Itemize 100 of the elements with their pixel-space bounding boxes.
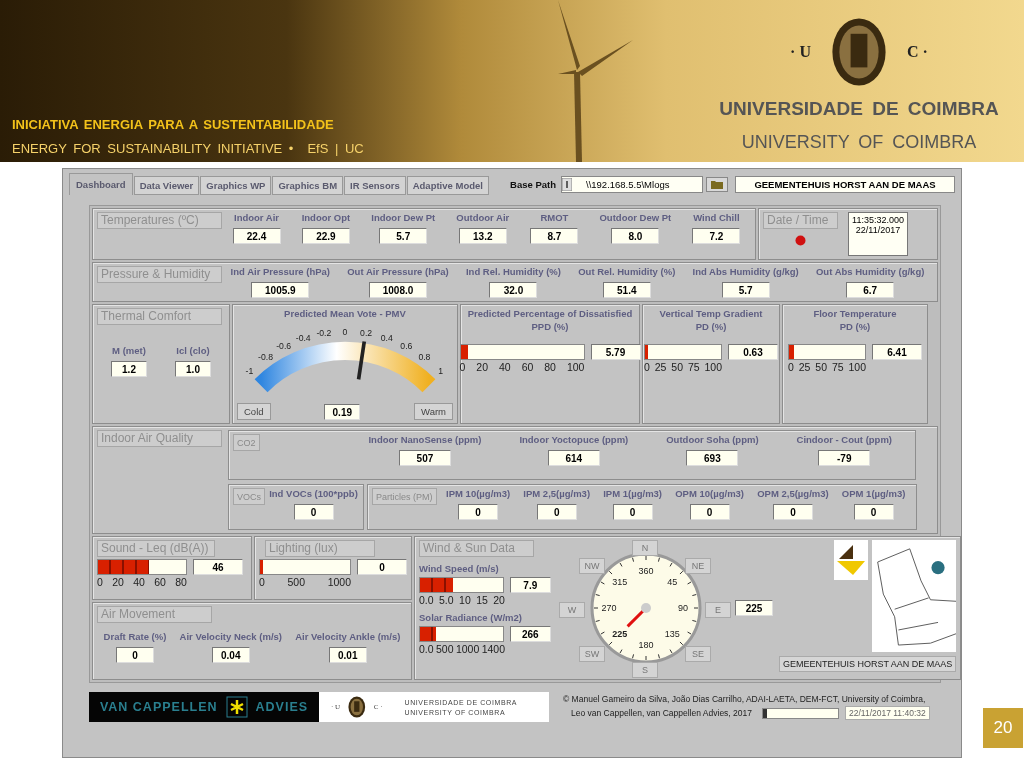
reading-label: Indoor Opt	[301, 212, 351, 223]
value-display: 693	[686, 450, 739, 466]
direction-button[interactable]: NW	[579, 558, 605, 574]
direction-button[interactable]: NE	[685, 558, 711, 574]
section-label: Wind & Sun Data	[419, 540, 534, 557]
scale-label: 0.0	[419, 643, 434, 655]
particles-button[interactable]: Particles (PM)	[372, 488, 437, 505]
reading-label: Ind Air Pressure (hPa)	[230, 266, 331, 277]
scale-label: 40	[133, 576, 145, 588]
reading-label: Ind VOCs (100*ppb)	[269, 488, 358, 499]
initiative-tag: EfS | UC	[307, 141, 364, 156]
direction-button[interactable]: W	[559, 602, 585, 618]
scale-label: 20	[493, 594, 505, 606]
reading-label: Out Air Pressure (hPa)	[347, 266, 449, 277]
value-display: 8.7	[530, 228, 579, 244]
location-label: GEMEENTEHUIS HORST AAN DE MAAS	[779, 656, 957, 672]
value-display: 0.04	[211, 647, 250, 663]
scale-label: 75	[831, 361, 844, 373]
scale-label: 100	[566, 361, 585, 373]
tab[interactable]: Data Viewer	[133, 176, 200, 195]
reading-label: Outdoor Dew Pt	[599, 212, 672, 223]
scale-label: -0.4	[295, 333, 311, 344]
browse-button[interactable]	[706, 176, 728, 192]
tab[interactable]: Graphics BM	[272, 176, 344, 195]
value-display: 507	[398, 450, 451, 466]
vocs-button[interactable]: VOCs	[233, 488, 265, 505]
reading-label: Icl (clo)	[176, 345, 210, 356]
cold-button[interactable]: Cold	[237, 403, 271, 420]
university-name: UNIVERSIDADE DE COIMBRA	[719, 98, 999, 120]
value-display: 1.0	[175, 361, 211, 377]
reading-label: M (met)	[112, 345, 146, 356]
tab[interactable]: Dashboard	[69, 173, 133, 195]
direction-button[interactable]: N	[632, 540, 658, 556]
value-display: 0.63	[728, 344, 778, 360]
base-path-label: Base Path	[510, 178, 556, 190]
meter-unit: PD (%)	[695, 321, 727, 332]
value-display: 51.4	[602, 282, 651, 298]
tab[interactable]: Graphics WP	[200, 176, 272, 195]
value-display: 5.79	[590, 344, 641, 360]
meter-unit: PD (%)	[839, 321, 871, 332]
reading-label: Indoor Dew Pt	[371, 212, 436, 223]
scale-label: 1000	[455, 643, 480, 655]
value-display: 6.7	[846, 282, 895, 298]
meter-title: Vertical Temp Gradient	[659, 308, 763, 319]
warm-button[interactable]: Warm	[414, 403, 453, 420]
reading-label: Out Rel. Humidity (%)	[578, 266, 676, 277]
direction-button[interactable]: SE	[685, 646, 711, 662]
scale-label: 0	[259, 576, 265, 588]
reading-label: Ind Rel. Humidity (%)	[466, 266, 561, 277]
initiative-subtitle: ENERGY FOR SUSTAINABILITY INITIATIVE •	[12, 141, 294, 156]
value-display: 5.7	[721, 282, 770, 298]
value-display: 46	[193, 559, 243, 575]
reading-label: Ind Abs Humidity (g/kg)	[692, 266, 799, 277]
scale-label: -0.6	[276, 341, 292, 352]
reading-label: IPM 10(µg/m3)	[446, 488, 511, 499]
value-display: 7.2	[692, 228, 741, 244]
scale-label: 25	[798, 361, 811, 373]
value-display: 22.9	[301, 228, 350, 244]
value-display: 7.9	[509, 577, 551, 593]
reading-label: IPM 2,5(µg/m3)	[523, 488, 591, 499]
co2-button[interactable]: CO2	[233, 434, 260, 451]
scale-label: 1000	[327, 576, 351, 588]
direction-button[interactable]: SW	[579, 646, 605, 662]
value-display: 0	[116, 647, 154, 663]
section-label: Pressure & Humidity	[97, 266, 222, 283]
scale-label: 20	[112, 576, 124, 588]
folder-icon	[711, 179, 723, 189]
scale-label: 0.6	[400, 341, 413, 352]
value-display: 0.01	[328, 647, 367, 663]
reading-label: Cindoor - Cout (ppm)	[796, 434, 893, 445]
meter-title: Predicted Percentage of Dissatisfied	[467, 308, 633, 319]
direction-button[interactable]: S	[632, 662, 658, 678]
seal-icon	[348, 696, 366, 718]
logo-letter: C ·	[907, 43, 928, 61]
reading-label: OPM 10(µg/m3)	[675, 488, 745, 499]
reading-label: Wind Chill	[693, 212, 740, 223]
credits-text: © Manuel Gameiro da Silva, João Dias Carrilho, ADAI-LAETA, DEM-FCT, University of Coimbra,	[563, 694, 927, 704]
direction-button[interactable]: E	[705, 602, 731, 618]
section-label: Sound - Leq (dB(A))	[97, 540, 215, 557]
asterisk-icon	[225, 696, 248, 718]
section-label: Air Movement	[97, 606, 212, 623]
reading-label: Air Velocity Neck (m/s)	[179, 631, 282, 642]
scale-label: 50	[815, 361, 827, 373]
logo-letter: · U	[790, 43, 811, 61]
meter-unit: PPD (%)	[531, 321, 569, 332]
scale-label: 500	[436, 643, 454, 655]
timestamp-display: 22/11/2017 11:40:32	[845, 706, 930, 720]
path-field[interactable]: \\192.168.5.5\Mlogs	[561, 175, 703, 193]
tab[interactable]: Adaptive Model	[406, 176, 489, 195]
section-label: Indoor Air Quality	[97, 430, 222, 447]
scale-label: 0	[788, 361, 794, 373]
scale-label: 0.0	[419, 594, 434, 606]
meter-title: Wind Speed (m/s)	[419, 563, 500, 574]
reading-label: OPM 2,5(µg/m3)	[757, 488, 829, 499]
scale-label: 0.4	[380, 333, 393, 344]
tab[interactable]: IR Sensors	[344, 176, 406, 195]
value-display: 0	[853, 504, 894, 520]
scale-label: -0.2	[316, 328, 332, 339]
value-display: 6.41	[872, 344, 922, 360]
university-name-english: UNIVERSITY OF COIMBRA	[741, 132, 977, 153]
